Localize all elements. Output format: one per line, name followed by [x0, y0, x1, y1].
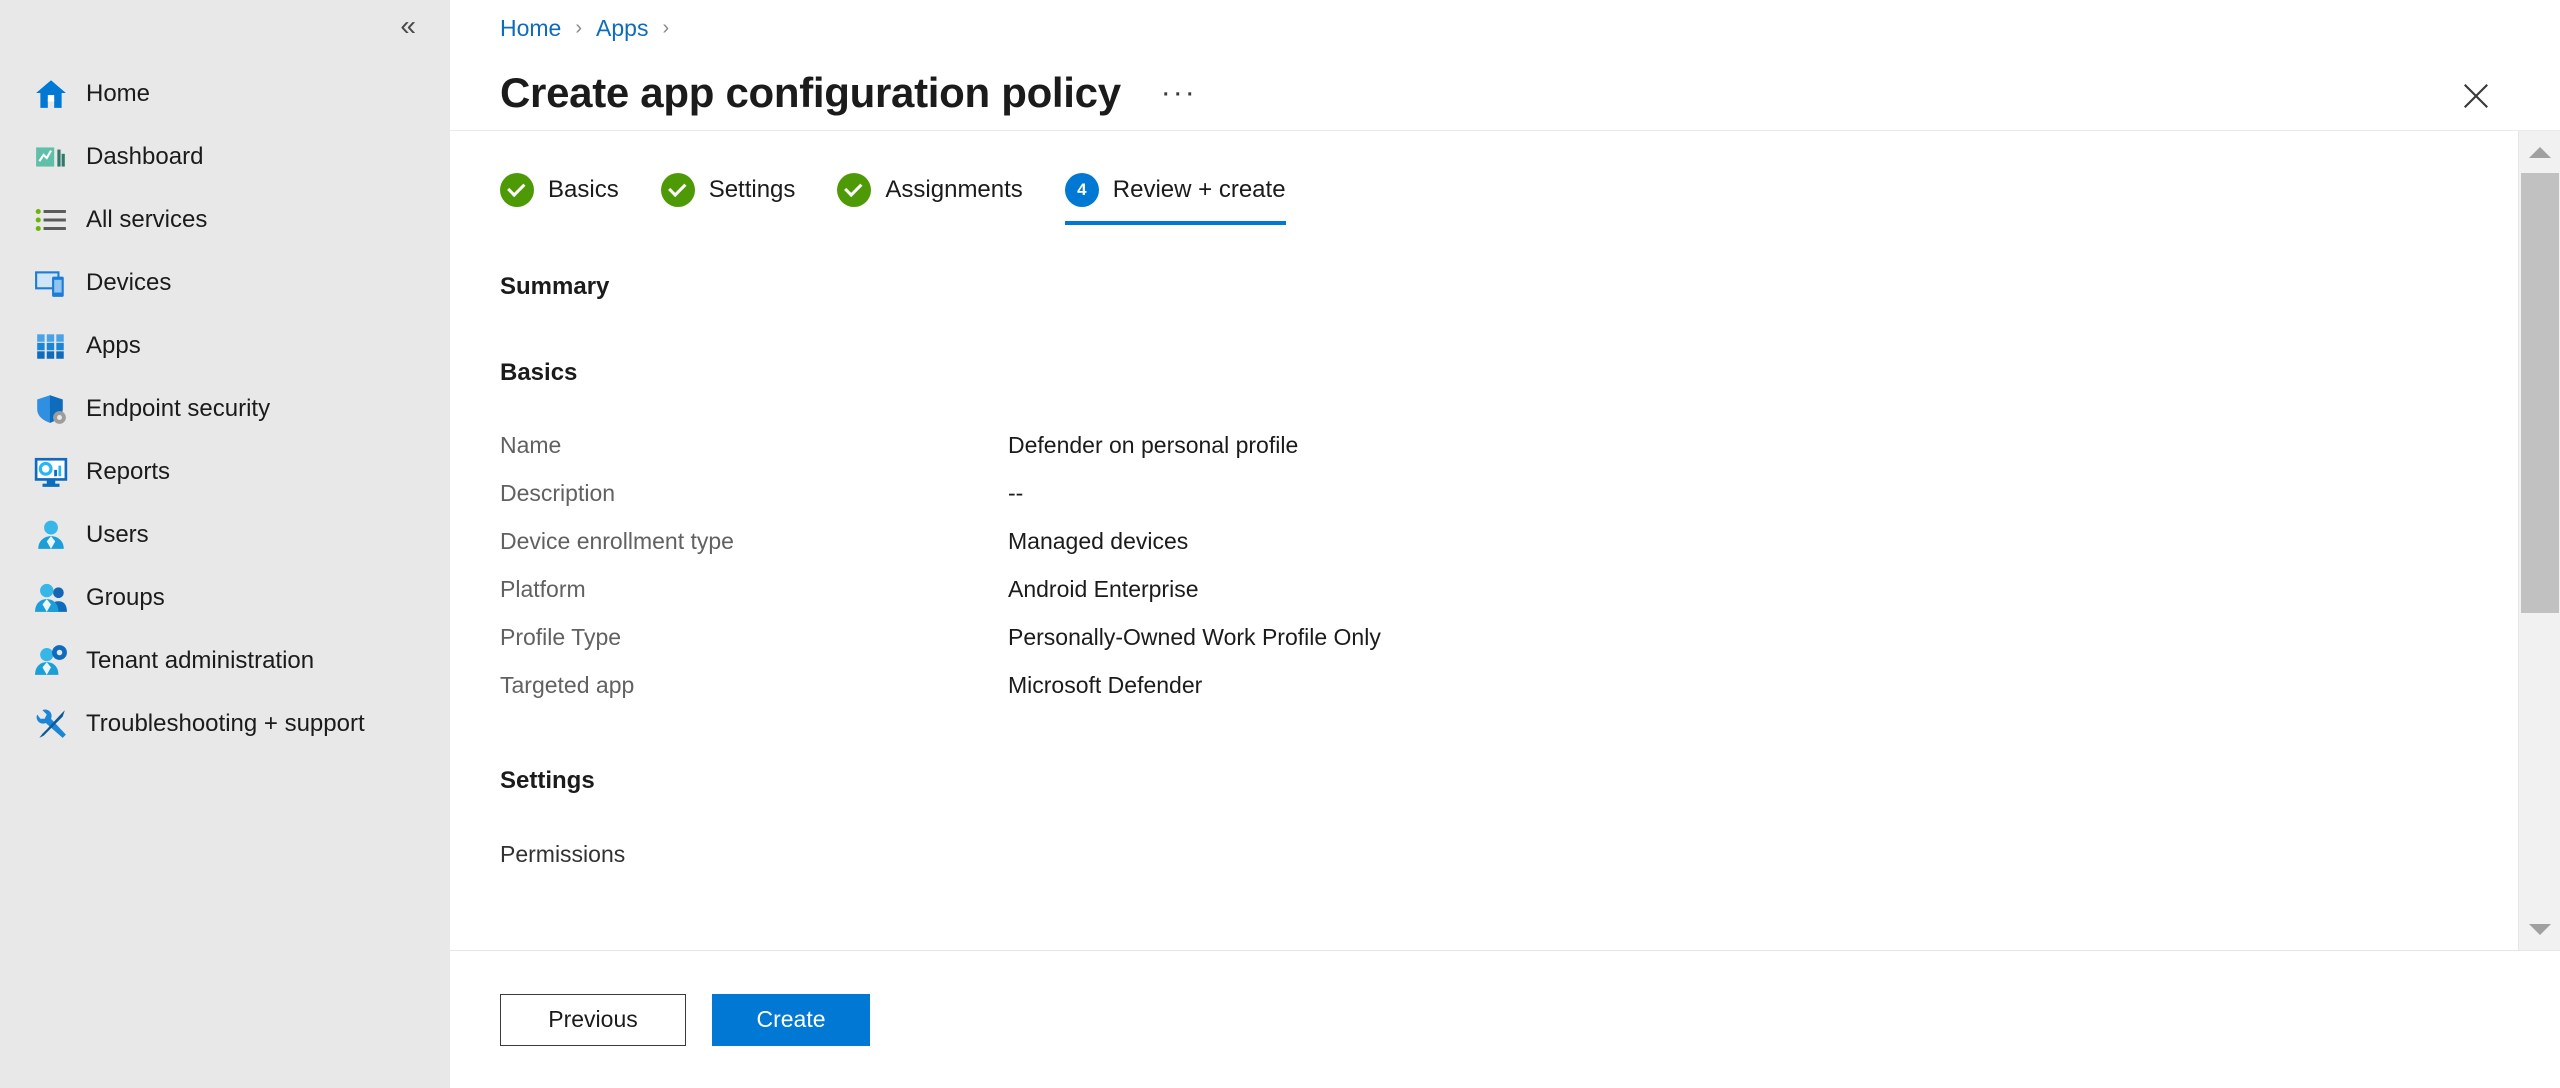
sidebar-item-label: Groups: [86, 583, 165, 611]
apps-grid-icon: [32, 327, 70, 365]
sidebar-item-dashboard[interactable]: Dashboard: [0, 125, 450, 188]
sidebar-item-label: Reports: [86, 457, 171, 485]
sidebar-item-troubleshooting-support[interactable]: Troubleshooting + support: [0, 692, 450, 755]
row-value: Android Enterprise: [1008, 575, 1199, 602]
row-value: --: [1008, 479, 1024, 506]
close-blade-button[interactable]: [2454, 74, 2498, 118]
sidebar-item-devices[interactable]: Devices: [0, 251, 450, 314]
basics-summary-table: Name Defender on personal profile Descri…: [500, 421, 2518, 709]
groups-icon: [32, 579, 70, 617]
sidebar-item-label: Devices: [86, 268, 172, 296]
row-key: Targeted app: [500, 671, 635, 698]
sidebar-item-tenant-administration[interactable]: Tenant administration: [0, 629, 450, 692]
blade-header: Home › Apps › Create app configuration p…: [450, 0, 2560, 130]
create-app-configuration-policy-blade: Home › Apps › Create app configuration p…: [450, 0, 2560, 1088]
tab-basics[interactable]: Basics: [500, 173, 619, 225]
sidebar-item-label: Dashboard: [86, 142, 204, 170]
azure-portal-window: « Home Dashboard All services Devices Ap…: [0, 0, 2560, 1088]
basics-heading: Basics: [500, 359, 578, 386]
reports-monitor-icon: [32, 453, 70, 491]
tab-assignments[interactable]: Assignments: [837, 173, 1023, 225]
dashboard-icon: [32, 138, 70, 176]
row-key: Description: [500, 479, 616, 506]
permissions-label: Permissions: [500, 841, 626, 867]
sidebar-item-label: Endpoint security: [86, 394, 271, 422]
row-value: Managed devices: [1008, 527, 1189, 554]
row-key: Platform: [500, 575, 586, 602]
sidebar-item-all-services[interactable]: All services: [0, 188, 450, 251]
sidebar-item-label: Home: [86, 79, 151, 107]
active-tab-underline: [1064, 221, 1286, 225]
collapse-sidebar-icon[interactable]: «: [400, 12, 416, 40]
table-row: Targeted app Microsoft Defender: [500, 661, 2518, 709]
row-key: Profile Type: [500, 623, 622, 650]
table-row: Device enrollment type Managed devices: [500, 517, 2518, 565]
sidebar-item-users[interactable]: Users: [0, 503, 450, 566]
close-icon: [2463, 83, 2489, 109]
breadcrumb: Home › Apps ›: [500, 0, 2560, 56]
sidebar-item-home[interactable]: Home: [0, 62, 450, 125]
tab-settings[interactable]: Settings: [660, 173, 796, 225]
tab-label: Settings: [708, 176, 796, 203]
blade-footer: Previous Create: [450, 950, 2560, 1088]
check-circle-icon: [837, 173, 872, 207]
sidebar-item-reports[interactable]: Reports: [0, 440, 450, 503]
devices-icon: [32, 264, 70, 302]
sidebar-item-endpoint-security[interactable]: Endpoint security: [0, 377, 450, 440]
tab-label: Review + create: [1112, 176, 1286, 203]
row-key: Device enrollment type: [500, 527, 734, 554]
sidebar-item-label: All services: [86, 205, 208, 233]
scroll-down-arrow-icon[interactable]: [2519, 908, 2560, 950]
summary-heading: Summary: [500, 273, 610, 300]
create-button[interactable]: Create: [712, 993, 870, 1046]
sidebar-item-label: Users: [86, 520, 149, 548]
sidebar-item-groups[interactable]: Groups: [0, 566, 450, 629]
sidebar-item-label: Troubleshooting + support: [86, 709, 365, 737]
user-icon: [32, 516, 70, 554]
sidebar-item-label: Tenant administration: [86, 646, 315, 674]
row-key: Name: [500, 431, 562, 458]
scroll-up-arrow-icon[interactable]: [2519, 131, 2560, 173]
table-row: Description --: [500, 469, 2518, 517]
previous-button[interactable]: Previous: [500, 993, 686, 1046]
breadcrumb-item-home[interactable]: Home: [500, 15, 561, 42]
sidebar-item-label: Apps: [86, 331, 141, 359]
wizard-tabs: Basics Settings Assignments 4 Review + c…: [500, 173, 2518, 245]
table-row: Name Defender on personal profile: [500, 421, 2518, 469]
page-title: Create app configuration policy: [500, 69, 1121, 116]
blade-body: Basics Settings Assignments 4 Review + c…: [450, 130, 2560, 950]
user-gear-icon: [32, 642, 70, 680]
check-circle-icon: [660, 173, 695, 207]
vertical-scrollbar-thumb[interactable]: [2521, 173, 2559, 613]
breadcrumb-separator-icon: ›: [575, 16, 583, 39]
check-circle-icon: [500, 173, 534, 207]
settings-heading: Settings: [500, 767, 595, 794]
breadcrumb-item-apps[interactable]: Apps: [596, 15, 648, 42]
vertical-scrollbar[interactable]: [2518, 131, 2560, 950]
table-row: Profile Type Personally-Owned Work Profi…: [500, 613, 2518, 661]
sidebar-nav-list: Home Dashboard All services Devices Apps…: [0, 62, 450, 755]
sidebar-collapse-row: «: [0, 0, 450, 52]
title-row: Create app configuration policy ···: [500, 56, 2560, 130]
row-value: Personally-Owned Work Profile Only: [1008, 623, 1381, 650]
more-options-icon[interactable]: ···: [1161, 78, 1197, 108]
home-icon: [32, 75, 70, 113]
tab-label: Assignments: [885, 176, 1023, 203]
tab-label: Basics: [548, 176, 619, 203]
all-services-icon: [32, 201, 70, 239]
left-nav-sidebar: « Home Dashboard All services Devices Ap…: [0, 0, 450, 1088]
sidebar-item-apps[interactable]: Apps: [0, 314, 450, 377]
row-value: Defender on personal profile: [1008, 431, 1299, 458]
step-number-badge: 4: [1064, 173, 1099, 207]
row-value: Microsoft Defender: [1008, 671, 1203, 698]
shield-gear-icon: [32, 390, 70, 428]
wrench-screwdriver-icon: [32, 705, 70, 743]
review-create-content: Basics Settings Assignments 4 Review + c…: [450, 131, 2518, 950]
breadcrumb-separator-icon: ›: [662, 16, 670, 39]
table-row: Platform Android Enterprise: [500, 565, 2518, 613]
tab-review-create[interactable]: 4 Review + create: [1064, 173, 1286, 225]
